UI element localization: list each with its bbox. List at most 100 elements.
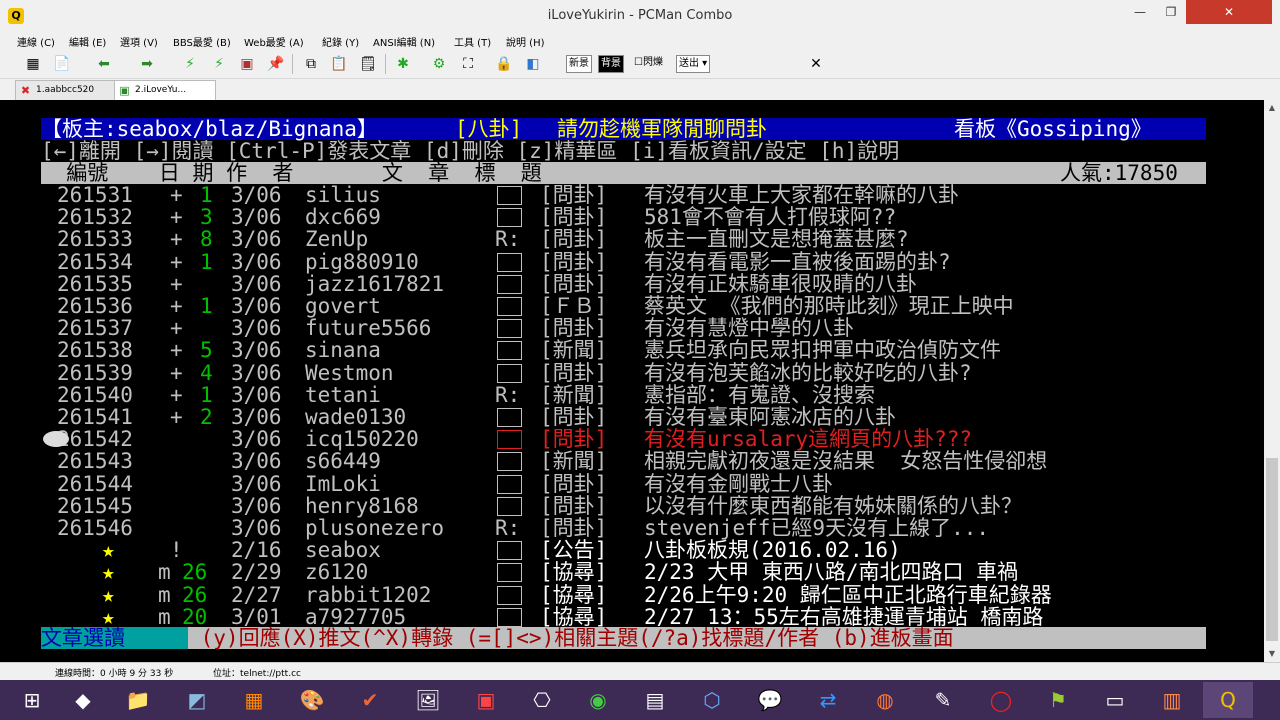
article-row[interactable]	[41, 206, 1206, 228]
article-row[interactable]	[41, 495, 1206, 517]
disconnect-icon[interactable]: ⚡	[209, 54, 229, 74]
article-date: 3/01	[231, 604, 282, 629]
article-row[interactable]	[41, 228, 1206, 250]
article-flag: +	[170, 316, 183, 341]
chrome-icon[interactable]: ◉	[573, 682, 623, 718]
app-shortcut-icon[interactable]: ◩	[172, 682, 222, 718]
article-title: 581會不會有人打假球阿??	[644, 205, 897, 230]
file-explorer-icon[interactable]: 📁	[113, 682, 163, 718]
close-connection-icon[interactable]: ▣	[237, 54, 257, 74]
ansi-background-chip[interactable]: 背景	[598, 55, 624, 73]
reconnect-icon[interactable]: ⚡	[180, 54, 200, 74]
command-prompt-icon[interactable]: ▭	[1090, 682, 1140, 718]
editor-icon[interactable]: ✎	[918, 682, 968, 718]
article-row[interactable]	[41, 184, 1206, 206]
article-row[interactable]	[41, 517, 1206, 539]
scroll-up-icon[interactable]: ▲	[1264, 100, 1280, 116]
copy-icon[interactable]: ⧉	[301, 54, 321, 74]
scroll-down-icon[interactable]: ▼	[1264, 646, 1280, 662]
address-book-icon[interactable]: ▦	[23, 54, 43, 74]
article-row[interactable]	[41, 251, 1206, 273]
tab-iloveyukirin[interactable]: ▣ 2.iLoveYu...	[114, 80, 216, 101]
menu-options[interactable]: 選項 (V)	[120, 34, 158, 49]
close-x-icon[interactable]: ✕	[806, 54, 826, 74]
app-grid-icon[interactable]: ▦	[229, 682, 279, 718]
article-title: 有沒有金剛戰士八卦	[644, 471, 833, 496]
console-app-icon[interactable]: ⎔	[517, 682, 567, 718]
push-count: 1	[200, 382, 213, 407]
article-date: 3/06	[231, 360, 282, 385]
paste-icon[interactable]: 📋	[329, 54, 349, 74]
task-manager-icon[interactable]: ▤	[630, 682, 680, 718]
push-count: 1	[200, 249, 213, 274]
firefox-icon[interactable]: ◍	[860, 682, 910, 718]
app-icon[interactable]: ⚑	[1033, 682, 1083, 718]
image-viewer-icon[interactable]: 🖼	[403, 682, 453, 718]
video-editor-icon[interactable]: ▣	[461, 682, 511, 718]
pcman-taskbar-icon[interactable]: Q	[1203, 682, 1253, 718]
article-author: Westmon	[305, 360, 394, 385]
article-row[interactable]	[41, 317, 1206, 339]
line-icon[interactable]: 💬	[745, 682, 795, 718]
tab-aabbcc520[interactable]: ✖ 1.aabbcc520	[15, 80, 123, 101]
article-category: [問卦]	[540, 227, 608, 252]
article-row[interactable]	[41, 428, 1206, 450]
ansi-foreground-chip[interactable]: 新景	[566, 55, 592, 73]
scrollbar-thumb[interactable]	[1266, 458, 1278, 641]
menu-edit[interactable]: 編輯 (E)	[69, 34, 106, 49]
menu-help[interactable]: 說明 (H)	[506, 34, 545, 49]
close-button[interactable]: ✕	[1186, 0, 1272, 24]
minimize-button[interactable]: —	[1124, 0, 1156, 24]
menu-bbs-favorites[interactable]: BBS最愛 (B)	[173, 34, 231, 49]
bbs-terminal[interactable]: 【板主:seabox/blaz/Bignana】 [八卦] 請勿趁機軍隊閒聊問卦…	[12, 100, 1264, 662]
pinned-star-icon: ★	[102, 560, 115, 585]
article-row[interactable]	[41, 295, 1206, 317]
restore-button[interactable]: ❐	[1155, 0, 1187, 24]
virtualbox-icon[interactable]: ⬡	[687, 682, 737, 718]
windows-start-icon[interactable]: ⊞	[7, 682, 57, 718]
push-count: 3	[200, 205, 213, 230]
unread-marker	[497, 363, 522, 383]
article-row[interactable]	[41, 384, 1206, 406]
blink-checkbox[interactable]: ☐閃爍	[632, 55, 665, 71]
browser-shortcut-icon[interactable]: ◆	[58, 682, 108, 718]
article-row[interactable]	[41, 362, 1206, 384]
article-row[interactable]	[41, 339, 1206, 361]
paint-icon[interactable]: 🎨	[287, 682, 337, 718]
menu-bar: 連線 (C) 編輯 (E) 選項 (V) BBS最愛 (B) Web最愛 (A)…	[0, 32, 1280, 50]
article-author: ZenUp	[305, 227, 369, 252]
article-title: 有沒有正妹騎車很吸睛的八卦	[644, 271, 917, 296]
checklist-icon[interactable]: ✔	[345, 682, 395, 718]
article-row[interactable]	[41, 406, 1206, 428]
teamviewer-icon[interactable]: ⇄	[803, 682, 853, 718]
reply-mark: R:	[495, 516, 521, 540]
article-title: 有沒有ursalary這網頁的八卦???	[644, 427, 973, 452]
new-connection-icon[interactable]: 📄	[52, 54, 72, 74]
menu-connect[interactable]: 連線 (C)	[17, 34, 55, 49]
fullscreen-icon[interactable]: ⛶	[458, 54, 478, 74]
pinned-article-row[interactable]	[41, 539, 1206, 561]
menu-ansi-edit[interactable]: ANSI編輯 (N)	[373, 34, 435, 49]
back-arrow-icon[interactable]: ⬅	[94, 54, 114, 74]
unread-marker	[497, 585, 522, 605]
window-title: iLoveYukirin - PCMan Combo	[547, 8, 733, 23]
article-row[interactable]	[41, 273, 1206, 295]
lock-icon[interactable]: 🔒	[494, 54, 514, 74]
opera-icon[interactable]: ◯	[976, 682, 1026, 718]
pinned-article-row[interactable]	[41, 561, 1206, 583]
send-dropdown[interactable]: 送出 ▾	[676, 55, 711, 73]
menu-tools[interactable]: 工具 (T)	[454, 34, 491, 49]
anti-idle-icon[interactable]: ◧	[523, 54, 543, 74]
office-icon[interactable]: ▥	[1147, 682, 1197, 718]
article-row[interactable]	[41, 473, 1206, 495]
pin-icon[interactable]: 📌	[266, 54, 286, 74]
forward-arrow-icon[interactable]: ➡	[137, 54, 157, 74]
terminal-scrollbar[interactable]: ▲ ▼	[1264, 100, 1280, 662]
article-category: [問卦]	[540, 516, 608, 540]
menu-log[interactable]: 紀錄 (Y)	[322, 34, 359, 49]
settings-gear-icon[interactable]: ⚙	[429, 54, 449, 74]
paste-colored-icon[interactable]: 🗒	[358, 54, 378, 74]
reply-mark: R:	[495, 227, 521, 252]
plugin-icon[interactable]: ✱	[393, 54, 413, 74]
menu-web-favorites[interactable]: Web最愛 (A)	[244, 34, 304, 49]
